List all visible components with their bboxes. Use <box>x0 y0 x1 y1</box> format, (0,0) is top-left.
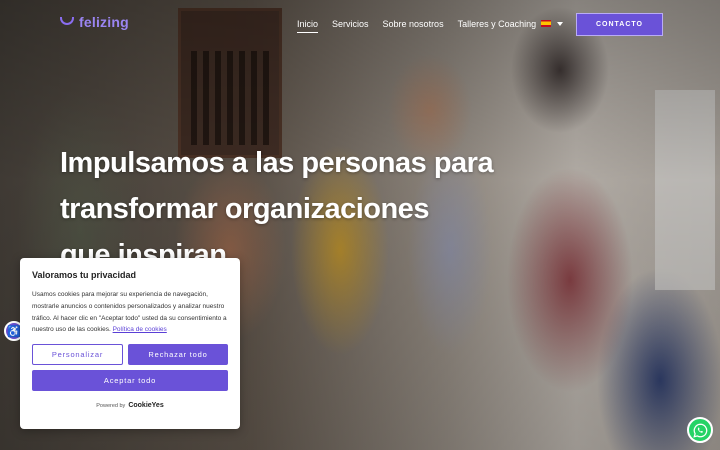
headline-line-2: transformar organizaciones <box>60 193 429 225</box>
whatsapp-phone-glyph <box>692 423 707 438</box>
es-flag-icon <box>541 20 551 27</box>
nav-item-talleres-coaching[interactable]: Talleres y Coaching <box>458 19 537 33</box>
cookieyes-logo[interactable]: CookieYes <box>128 402 163 409</box>
headline-line-1: Impulsamos a las personas para <box>60 147 494 179</box>
main-nav: Inicio Servicios Sobre nosotros Talleres… <box>297 19 550 33</box>
reject-all-button[interactable]: Rechazar todo <box>128 344 228 366</box>
logo[interactable]: felizing <box>60 14 129 30</box>
site-header: felizing Inicio Servicios Sobre nosotros… <box>0 0 720 50</box>
cookie-policy-link[interactable]: Política de cookies <box>113 326 167 333</box>
cookie-button-row: Personalizar Rechazar todo <box>32 344 228 366</box>
cookie-title: Valoramos tu privacidad <box>32 270 137 280</box>
contact-button[interactable]: CONTACTO <box>576 13 663 36</box>
powered-by: Powered by CookieYes <box>32 402 228 409</box>
accept-all-button[interactable]: Aceptar todo <box>32 370 228 392</box>
logo-text: felizing <box>79 14 129 30</box>
customize-button[interactable]: Personalizar <box>32 344 123 366</box>
cookie-consent-banner: Valoramos tu privacidad Usamos cookies p… <box>20 258 240 429</box>
whatsapp-icon[interactable] <box>687 417 713 443</box>
language-selector[interactable] <box>541 20 563 27</box>
nav-item-servicios[interactable]: Servicios <box>332 19 369 33</box>
logo-smile-icon <box>60 16 74 25</box>
chevron-down-icon <box>557 21 563 26</box>
nav-item-sobre-nosotros[interactable]: Sobre nosotros <box>383 19 444 33</box>
cookie-description: Usamos cookies para mejorar su experienc… <box>32 289 228 336</box>
nav-item-inicio[interactable]: Inicio <box>297 19 319 33</box>
powered-by-label: Powered by <box>96 402 126 409</box>
